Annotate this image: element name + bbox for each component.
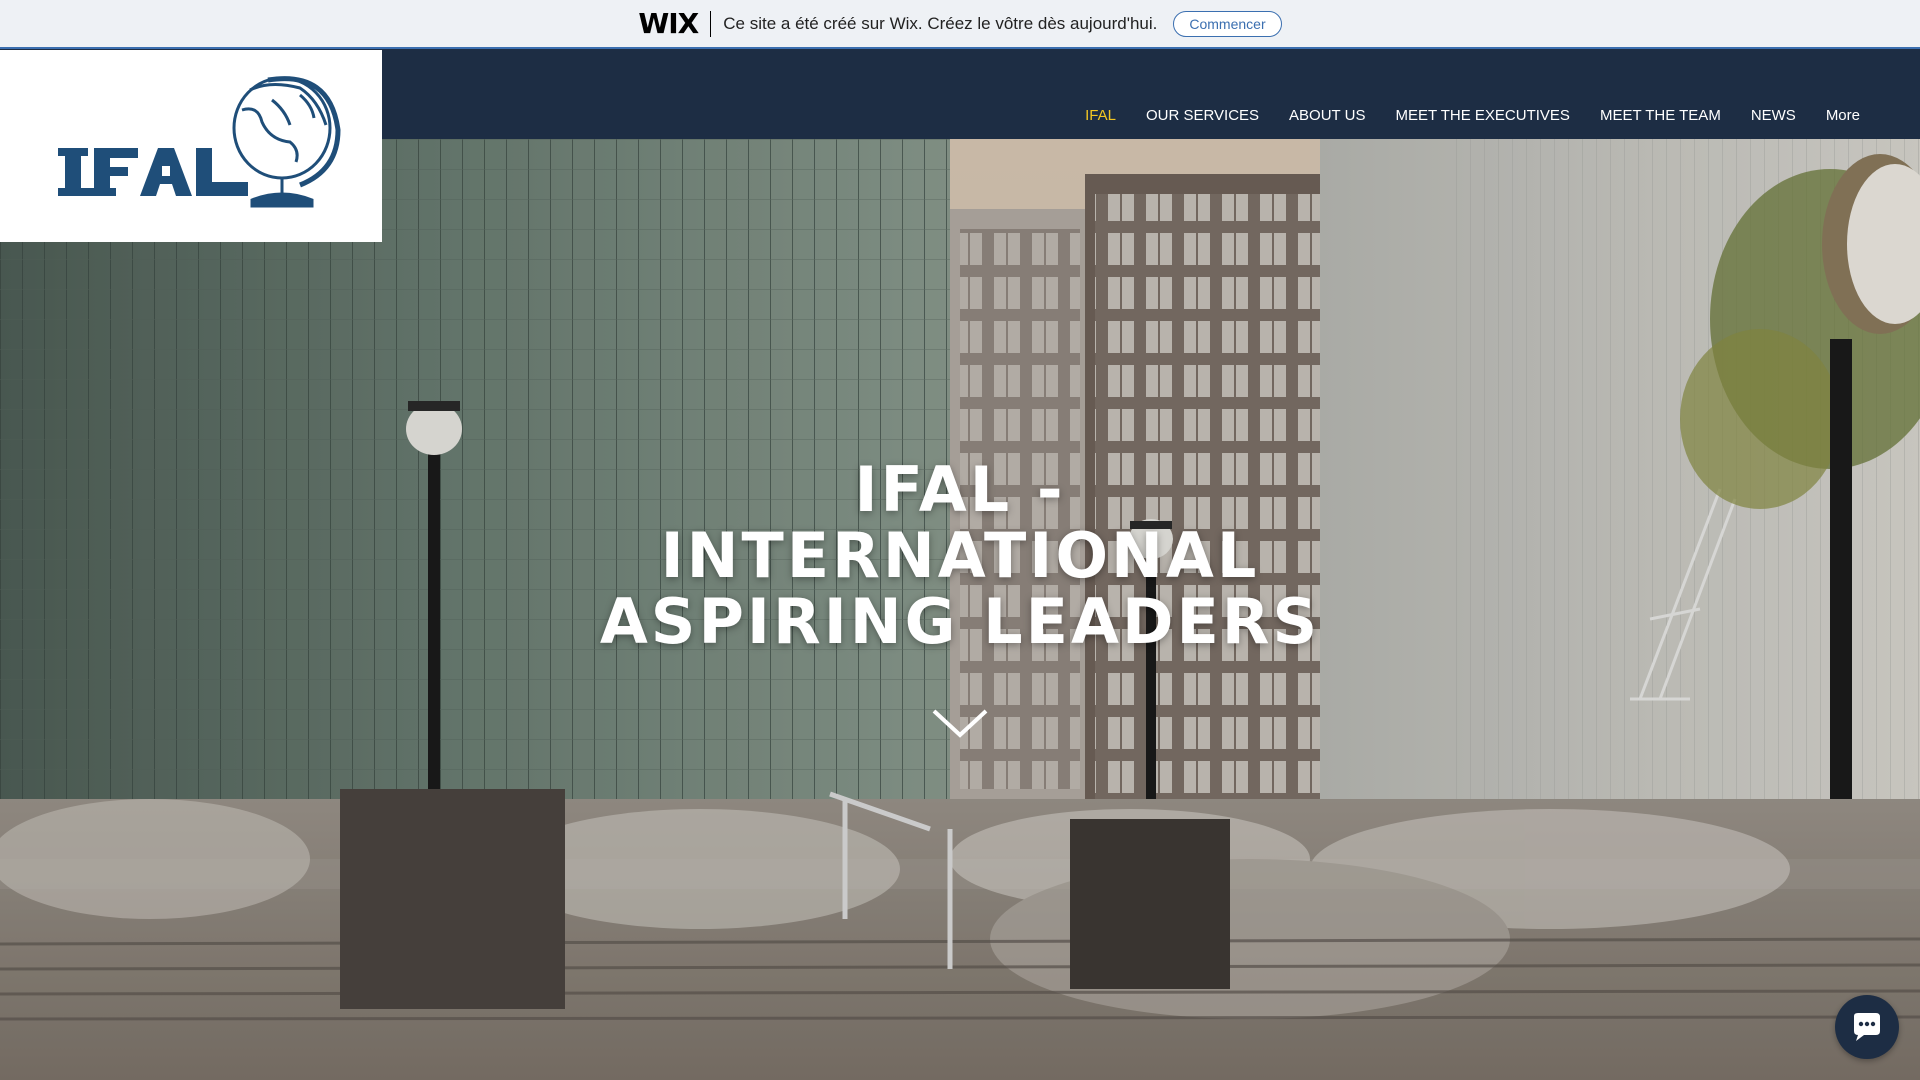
nav-item-more[interactable]: More <box>1811 107 1875 124</box>
commencer-button[interactable]: Commencer <box>1173 10 1282 37</box>
ifal-logo-image <box>58 76 341 208</box>
chevron-down-icon[interactable] <box>930 705 990 741</box>
ifal-wordmark <box>58 148 248 196</box>
chat-button[interactable] <box>1835 995 1899 1059</box>
hero-section: IFAL - INTERNATIONAL ASPIRING LEADERS <box>0 139 1920 1080</box>
hero-title-line-3: ASPIRING LEADERS <box>599 585 1321 658</box>
wix-banner-message: Ce site a été créé sur Wix. Créez le vôt… <box>723 13 1158 33</box>
wix-logo[interactable]: WIX <box>638 7 699 40</box>
hero-title-line-2: INTERNATIONAL <box>660 519 1260 592</box>
hero-title: IFAL - INTERNATIONAL ASPIRING LEADERS <box>560 457 1360 655</box>
wix-banner: WIX Ce site a été créé sur Wix. Créez le… <box>0 0 1920 49</box>
nav-item-meet-the-executives[interactable]: MEET THE EXECUTIVES <box>1380 107 1585 124</box>
wix-divider <box>710 10 712 37</box>
main-nav: IFAL OUR SERVICES ABOUT US MEET THE EXEC… <box>1070 107 1875 124</box>
chat-bubble-icon <box>1854 1013 1880 1041</box>
nav-item-about-us[interactable]: ABOUT US <box>1274 107 1380 124</box>
hero-title-line-1: IFAL - <box>854 453 1066 526</box>
nav-item-news[interactable]: NEWS <box>1736 107 1811 124</box>
nav-item-our-services[interactable]: OUR SERVICES <box>1131 107 1274 124</box>
site-logo[interactable] <box>0 50 382 242</box>
nav-item-meet-the-team[interactable]: MEET THE TEAM <box>1585 107 1736 124</box>
nav-item-ifal[interactable]: IFAL <box>1070 107 1131 124</box>
globe-icon <box>232 76 341 208</box>
